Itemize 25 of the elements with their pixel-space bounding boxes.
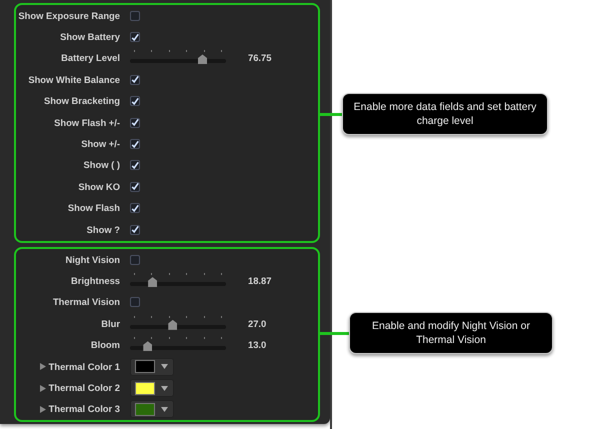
field-label: Show Flash +/- — [54, 116, 120, 130]
field-label: Thermal Color 1 — [48, 360, 120, 374]
field-label: Show ? — [86, 222, 120, 237]
field-label: Brightness — [71, 274, 120, 288]
field-label: Show Exposure Range — [18, 8, 120, 23]
field-label: Thermal Color 2 — [48, 380, 120, 395]
field-label: Show White Balance — [28, 72, 120, 87]
field-label: Show ( ) — [84, 158, 120, 172]
field-label: Show Flash — [68, 201, 120, 216]
field-label: Bloom — [90, 338, 120, 352]
field-label: Show +/- — [81, 136, 120, 151]
slider-value: 76.75 — [248, 51, 272, 66]
slider-value: 27.0 — [248, 316, 266, 331]
field-label: Show KO — [78, 180, 120, 194]
field-label: Show Bracketing — [44, 94, 120, 108]
field-label: Thermal Vision — [52, 295, 120, 310]
slider-value: 18.87 — [248, 274, 272, 288]
field-label: Blur — [101, 316, 120, 331]
field-label: Battery Level — [61, 51, 120, 66]
field-label: Show Battery — [60, 30, 120, 44]
field-label: Thermal Color 3 — [48, 402, 120, 416]
callout: Enable more data fields and set battery charge level — [342, 93, 548, 135]
slider-value: 13.0 — [248, 338, 266, 352]
callout: Enable and modify Night Vision or Thermal Vision — [349, 312, 553, 354]
field-label: Night Vision — [65, 252, 120, 267]
